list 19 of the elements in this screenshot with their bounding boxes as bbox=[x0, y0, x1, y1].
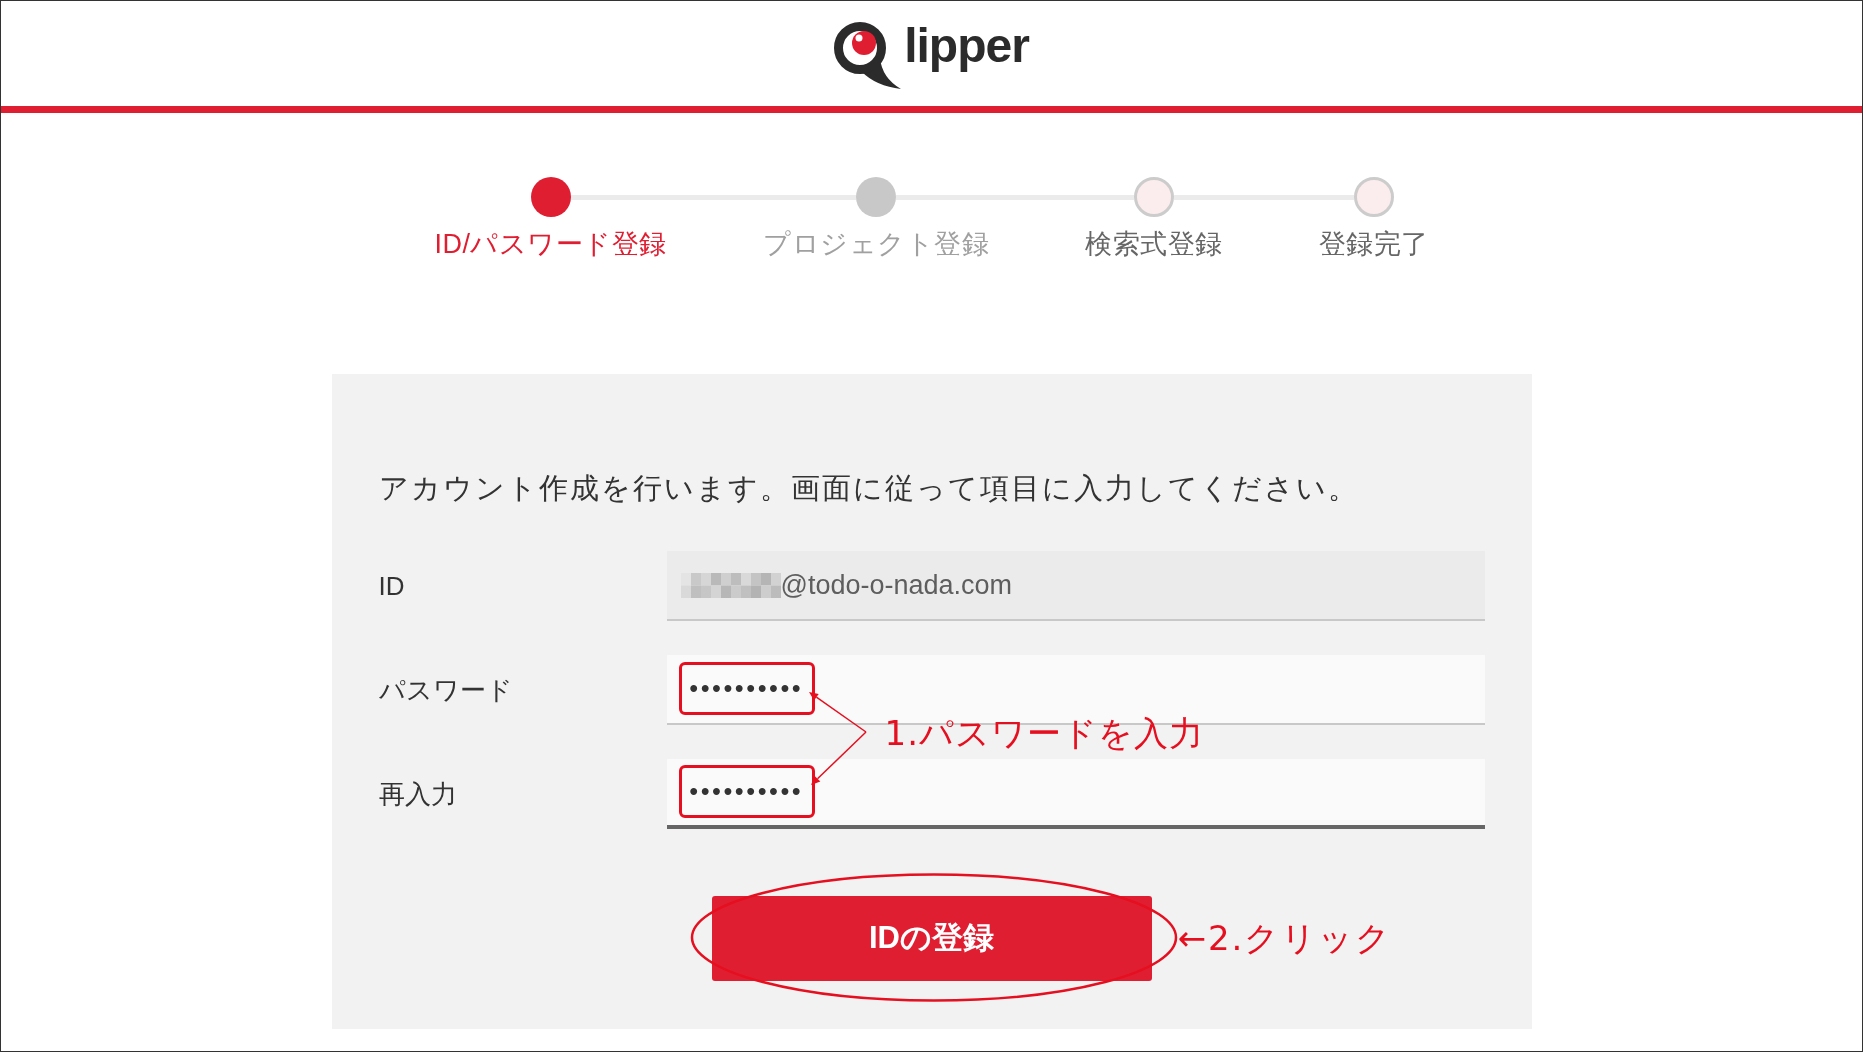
id-field[interactable]: @todo-o-nada.com bbox=[666, 551, 1485, 621]
field-label: パスワード bbox=[378, 674, 514, 706]
register-id-button[interactable]: IDの登録 bbox=[711, 896, 1152, 981]
step-label: 検索式登録 bbox=[1085, 229, 1223, 259]
password-field[interactable]: •••••••••• bbox=[666, 759, 1485, 829]
intro-text: アカウント作成を行います。画面に従って項目に入力してください。 bbox=[378, 471, 1360, 505]
callout-arrow bbox=[810, 731, 867, 785]
logo-text: lipper bbox=[904, 17, 1029, 74]
field-value: @todo-o-nada.com bbox=[780, 571, 1013, 599]
step-label: プロジェクト登録 bbox=[763, 229, 989, 259]
logo-mark-icon bbox=[834, 19, 903, 90]
field-label: ID bbox=[378, 570, 406, 602]
masked-password: •••••••••• bbox=[689, 676, 804, 700]
step-label: 登録完了 bbox=[1318, 229, 1429, 259]
step-label: ID/パスワード登録 bbox=[434, 229, 667, 259]
field-label: 再入力 bbox=[378, 778, 458, 810]
masked-password: •••••••••• bbox=[689, 779, 804, 803]
callout-arrow bbox=[808, 692, 867, 733]
annotation-text: ←2.クリック bbox=[1177, 918, 1393, 958]
